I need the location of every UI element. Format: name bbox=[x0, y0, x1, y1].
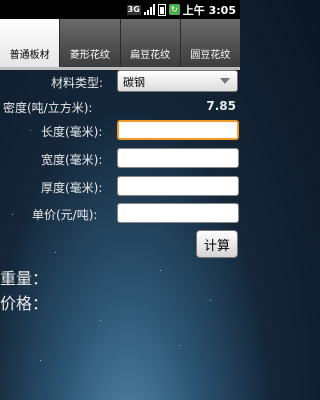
clock: 上午 3:05 bbox=[182, 3, 236, 17]
thickness-label: 厚度(毫米): bbox=[41, 181, 103, 195]
star bbox=[55, 252, 56, 253]
unit-price-label: 单价(元/吨): bbox=[32, 208, 98, 222]
calculate-button[interactable]: 计算 bbox=[196, 230, 238, 258]
sync-icon: ↻ bbox=[168, 4, 180, 15]
star bbox=[40, 360, 41, 361]
tab-plain-plate[interactable]: 普通板材 bbox=[0, 19, 60, 70]
star bbox=[100, 320, 101, 321]
material-type-select[interactable]: 碳钢 bbox=[117, 70, 238, 92]
thickness-input[interactable] bbox=[117, 176, 239, 196]
status-bar: 3G ↻ 上午 3:05 bbox=[0, 0, 240, 19]
unit-price-input[interactable] bbox=[117, 203, 239, 223]
tab-bar: 普通板材 菱形花纹 扁豆花纹 圆豆花纹 bbox=[0, 19, 240, 70]
weight-result-label: 重量： bbox=[0, 269, 49, 288]
battery-icon bbox=[157, 3, 166, 16]
material-type-label: 材料类型: bbox=[51, 76, 104, 90]
density-label: 密度(吨/立方米): bbox=[3, 101, 93, 115]
star bbox=[160, 270, 161, 271]
star bbox=[12, 214, 13, 215]
length-input[interactable] bbox=[117, 120, 239, 140]
network-type-indicator: 3G bbox=[126, 4, 141, 15]
star bbox=[210, 300, 211, 301]
density-value: 7.85 bbox=[206, 99, 236, 113]
star bbox=[30, 130, 31, 131]
tab-round-bean-pattern[interactable]: 圆豆花纹 bbox=[179, 19, 240, 70]
price-result-label: 价格： bbox=[0, 294, 49, 313]
width-label: 宽度(毫米): bbox=[41, 153, 103, 167]
star bbox=[180, 345, 181, 346]
tab-diamond-pattern[interactable]: 菱形花纹 bbox=[59, 19, 120, 70]
length-label: 长度(毫米): bbox=[41, 125, 103, 139]
dropdown-arrow-icon bbox=[220, 78, 230, 84]
tab-lentil-pattern[interactable]: 扁豆花纹 bbox=[119, 19, 180, 70]
signal-icon bbox=[143, 4, 155, 15]
width-input[interactable] bbox=[117, 148, 239, 168]
material-type-value: 碳钢 bbox=[123, 76, 145, 89]
